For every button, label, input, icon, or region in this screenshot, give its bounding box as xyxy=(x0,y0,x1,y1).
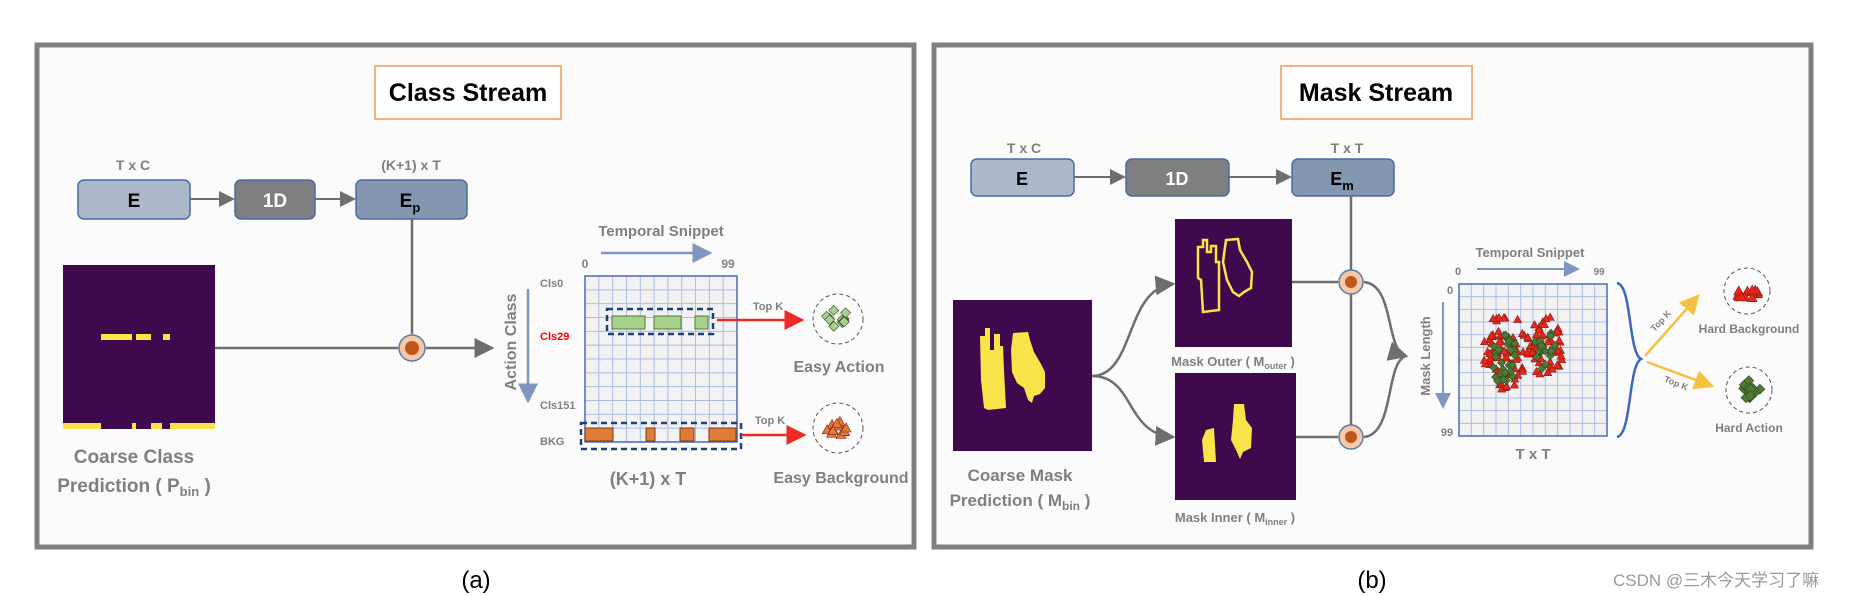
dim-label-e-b: T x C xyxy=(1007,140,1041,156)
action-segment xyxy=(611,315,646,330)
box-e-b-label: E xyxy=(1016,169,1028,189)
topk-label-easy-background: Top K xyxy=(755,415,785,427)
background-segment-bar xyxy=(708,427,737,442)
grid-b-x-title: Temporal Snippet xyxy=(1476,245,1585,260)
grid-b-y-start: 0 xyxy=(1447,285,1453,297)
panel-class-stream: Class Stream T x C (K+1) x T E 1D Ep Coa… xyxy=(34,42,917,550)
class-segment xyxy=(136,334,151,340)
hard-action-label: Hard Action xyxy=(1715,421,1783,435)
watermark: CSDN @三木今天学习了嘛 xyxy=(1613,571,1819,590)
coarse-mask-label-line1: Coarse Mask xyxy=(968,466,1073,485)
background-segment-bar xyxy=(584,427,614,442)
grid-b-x-start: 0 xyxy=(1455,266,1461,278)
easy-background-label: Easy Background xyxy=(773,470,908,487)
row-label-cls29: Cls29 xyxy=(540,331,569,343)
background-segment xyxy=(63,423,101,429)
hard-background-label: Hard Background xyxy=(1699,322,1800,336)
grid-a-y-title: Action Class xyxy=(503,293,520,390)
background-segment-bar xyxy=(679,427,695,442)
panel-mask-stream: Mask Stream T x C T x T E 1D Em Coarse M… xyxy=(931,42,1814,550)
coarse-class-map xyxy=(63,265,215,429)
elementwise-product-icon-inner xyxy=(1338,424,1364,450)
grid-a-bottom-label: (K+1) x T xyxy=(610,469,687,489)
class-grid xyxy=(579,275,743,451)
dim-label-em: T x T xyxy=(1331,140,1364,156)
background-segment-bar xyxy=(645,427,656,442)
background-segment xyxy=(151,423,162,429)
row-label-cls151: Cls151 xyxy=(540,400,575,412)
mask-grid xyxy=(1458,283,1608,437)
box-1d-label: 1D xyxy=(263,191,287,212)
topk-label-easy-action: Top K xyxy=(753,301,783,313)
grid-a-x-title: Temporal Snippet xyxy=(598,223,724,240)
box-1d-b-label: 1D xyxy=(1165,169,1188,189)
row-label-bkg: BKG xyxy=(540,436,564,448)
grid-a-x-end: 99 xyxy=(721,257,735,271)
coarse-class-label-line1: Coarse Class xyxy=(74,447,194,468)
elementwise-product-icon xyxy=(398,334,426,362)
dim-label-ep: (K+1) x T xyxy=(381,157,441,173)
box-e-label: E xyxy=(128,191,141,212)
grid-a-x-start: 0 xyxy=(582,257,589,271)
mask-stream-title: Mask Stream xyxy=(1299,79,1453,107)
dim-label-e: T x C xyxy=(116,157,150,173)
grid-b-x-end: 99 xyxy=(1593,267,1605,278)
caption-a: (a) xyxy=(461,567,490,594)
grid-b-bottom-label: T x T xyxy=(1515,446,1550,463)
action-segment xyxy=(653,315,682,330)
grid-b-y-end: 99 xyxy=(1441,427,1453,439)
class-segment xyxy=(163,334,170,340)
background-segment xyxy=(132,423,136,429)
caption-b: (b) xyxy=(1357,567,1386,594)
class-segment xyxy=(101,334,132,340)
elementwise-product-icon-outer xyxy=(1338,269,1364,295)
row-label-cls0: Cls0 xyxy=(540,278,563,290)
class-stream-title: Class Stream xyxy=(389,79,547,107)
grid-b-y-title: Mask Length xyxy=(1418,316,1433,396)
background-segment xyxy=(170,423,215,429)
easy-action-label: Easy Action xyxy=(794,359,885,376)
figure: Class Stream T x C (K+1) x T E 1D Ep Coa… xyxy=(34,42,1819,594)
action-segment xyxy=(694,315,709,330)
